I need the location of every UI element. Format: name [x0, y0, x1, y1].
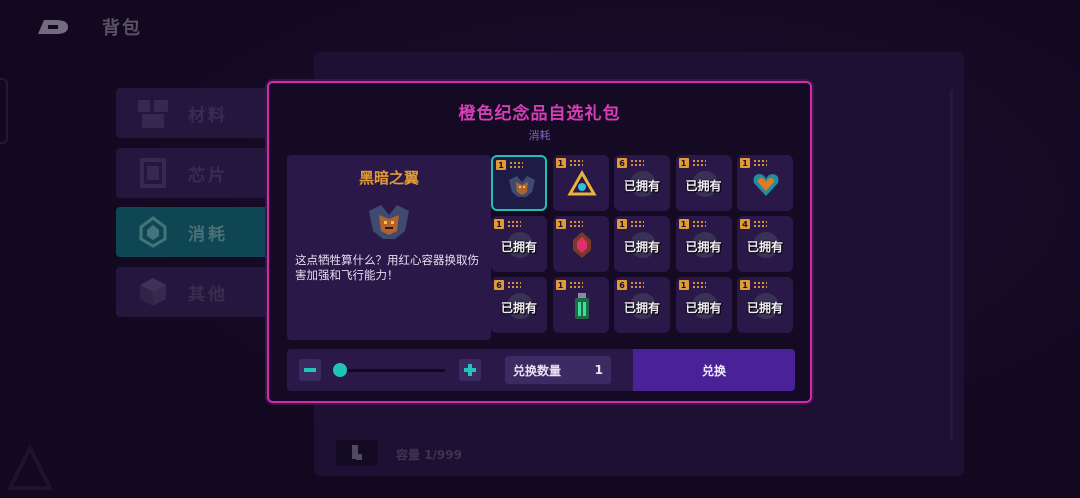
owned-label: 已拥有 — [623, 301, 660, 315]
rarity-dots — [753, 159, 767, 167]
triangle-crystal-icon — [566, 169, 597, 199]
item-quantity-badge: 1 — [555, 158, 566, 168]
item-quantity-badge: 6 — [494, 280, 504, 290]
item-slot[interactable]: 1 已拥有 — [491, 216, 547, 272]
owned-label: 已拥有 — [746, 301, 783, 315]
item-quantity-badge: 4 — [740, 219, 750, 229]
item-slot[interactable]: 4 已拥有 — [737, 216, 793, 272]
plus-icon — [464, 364, 476, 376]
minus-icon — [304, 368, 316, 372]
rarity-dots — [568, 281, 583, 289]
item-grid: 1 1 6 已拥有 1 已拥有 1 1 已拥有 1 1 已拥有 1 已拥有 4 已拥有 6 已拥有 1 6 已拥有 1 已拥… — [491, 155, 801, 341]
dialog-title: 橙色纪念品自选礼包 — [458, 104, 621, 124]
rarity-dots — [691, 220, 706, 228]
quantity-field[interactable]: 兑换数量 1 — [505, 356, 611, 384]
rarity-dots — [568, 159, 583, 167]
quantity-slider-handle[interactable] — [333, 363, 347, 377]
item-slot[interactable]: 1 已拥有 — [737, 277, 793, 333]
rarity-dots — [509, 161, 523, 169]
item-slot[interactable]: 1 — [491, 155, 547, 211]
item-quantity-badge: 1 — [555, 280, 566, 290]
item-quantity-badge: 1 — [494, 219, 504, 229]
rarity-dots — [630, 159, 644, 167]
red-gem-icon — [567, 230, 597, 260]
dark-wings-icon — [507, 171, 537, 201]
item-slot[interactable]: 1 已拥有 — [675, 216, 732, 272]
owned-label: 已拥有 — [623, 240, 660, 254]
item-detail-panel: 黑暗之翼 这点牺牲算什么？用红心容器换取伤害加强和飞行能力！ — [287, 155, 491, 340]
item-name: 黑暗之翼 — [358, 169, 419, 187]
rarity-dots — [691, 159, 706, 167]
owned-label: 已拥有 — [500, 240, 537, 254]
rarity-dots — [630, 281, 644, 289]
rarity-dots — [507, 281, 521, 289]
rarity-dots — [507, 220, 521, 228]
item-quantity-badge: 1 — [678, 158, 689, 168]
item-slot[interactable]: 1 已拥有 — [675, 277, 732, 333]
dialog-subtitle: 消耗 — [528, 129, 551, 142]
owned-label: 已拥有 — [746, 240, 783, 254]
item-quantity-badge: 1 — [678, 219, 689, 229]
item-quantity-badge: 6 — [617, 158, 627, 168]
owned-label: 已拥有 — [500, 301, 537, 315]
item-quantity-badge: 1 — [740, 158, 750, 168]
item-slot[interactable]: 1 已拥有 — [675, 155, 732, 211]
decrease-button[interactable] — [299, 359, 321, 381]
owned-label: 已拥有 — [685, 179, 722, 193]
quantity-label: 兑换数量 — [513, 363, 562, 378]
rarity-dots — [568, 220, 583, 228]
item-slot[interactable]: 1 — [552, 277, 609, 333]
rarity-dots — [753, 281, 767, 289]
rarity-dots — [630, 220, 644, 228]
quantity-value: 1 — [594, 363, 603, 377]
item-slot[interactable]: 6 已拥有 — [614, 155, 670, 211]
exchange-button[interactable]: 兑换 — [633, 349, 795, 391]
owned-label: 已拥有 — [623, 179, 660, 193]
item-quantity-badge: 1 — [496, 160, 506, 170]
gift-pack-dialog: 橙色纪念品自选礼包 消耗 黑暗之翼 这点牺牲算什么？用红心容器换取伤害加强和飞行… — [267, 81, 812, 403]
quantity-slider-track[interactable] — [333, 369, 445, 372]
exchange-bar: 兑换数量 1 兑换 — [287, 349, 795, 391]
item-slot[interactable]: 1 — [737, 155, 793, 211]
owned-label: 已拥有 — [685, 301, 722, 315]
green-potion-icon — [567, 291, 597, 321]
item-slot[interactable]: 6 已拥有 — [491, 277, 547, 333]
item-quantity-badge: 6 — [617, 280, 627, 290]
item-quantity-badge: 1 — [617, 219, 627, 229]
increase-button[interactable] — [459, 359, 481, 381]
dark-wings-icon — [365, 197, 413, 245]
item-slot[interactable]: 1 — [552, 155, 609, 211]
item-quantity-badge: 1 — [678, 280, 689, 290]
owned-label: 已拥有 — [685, 240, 722, 254]
item-slot[interactable]: 1 — [552, 216, 609, 272]
rarity-dots — [753, 220, 767, 228]
item-description: 这点牺牲算什么？用红心容器换取伤害加强和飞行能力！ — [295, 253, 479, 282]
item-quantity-badge: 1 — [555, 219, 566, 229]
rarity-dots — [691, 281, 706, 289]
heart-container-icon — [751, 169, 781, 199]
item-quantity-badge: 1 — [740, 280, 750, 290]
item-slot[interactable]: 6 已拥有 — [614, 277, 670, 333]
item-slot[interactable]: 1 已拥有 — [614, 216, 670, 272]
